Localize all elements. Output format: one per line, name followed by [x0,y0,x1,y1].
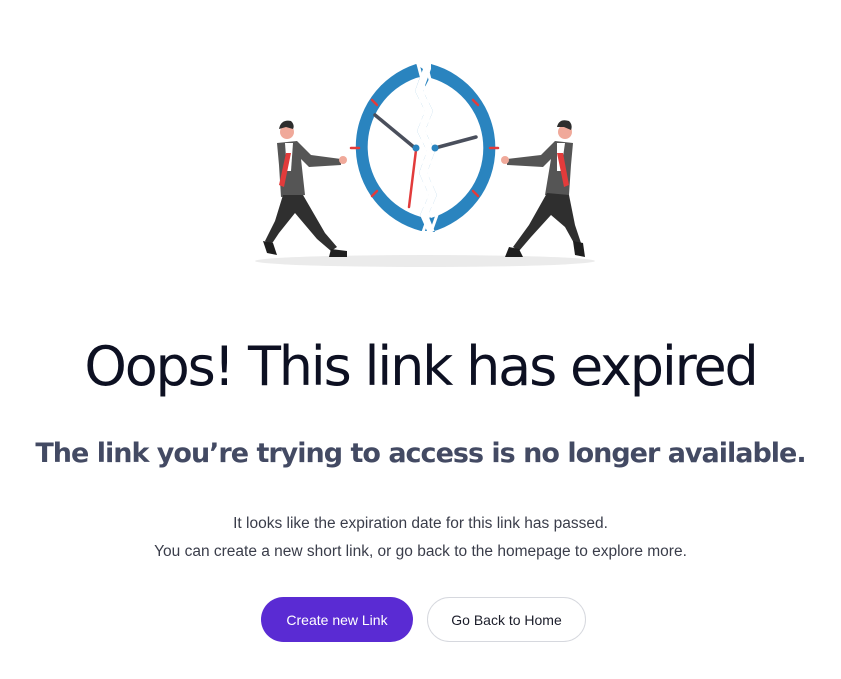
go-back-home-button[interactable]: Go Back to Home [427,597,586,642]
broken-clock-icon [255,63,595,267]
create-new-link-button[interactable]: Create new Link [261,597,413,642]
description-line: It looks like the expiration date for th… [233,515,608,532]
page-subtitle: The link you’re trying to access is no l… [35,438,806,469]
expired-link-illustration [255,55,595,275]
page-title: Oops! This link has expired [84,335,758,398]
description-line: You can create a new short link, or go b… [154,543,687,560]
description: It looks like the expiration date for th… [0,510,841,566]
